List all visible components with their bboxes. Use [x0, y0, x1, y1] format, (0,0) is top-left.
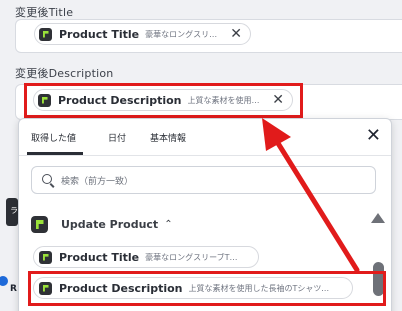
app-logo-icon — [39, 281, 52, 295]
chip-preview: 豪華なロングスリーブTシャツ — [145, 29, 222, 39]
app-logo-icon — [38, 93, 51, 107]
scroll-up-icon[interactable] — [371, 213, 385, 223]
tab-basic-info[interactable]: 基本情報 — [150, 131, 186, 144]
chip-title: Product Description — [58, 93, 182, 107]
close-icon[interactable]: ✕ — [366, 125, 381, 146]
search-icon — [42, 174, 52, 184]
tab-fetched-values[interactable]: 取得した値 — [31, 131, 76, 144]
list-item[interactable]: Product Description 上質な素材を使用した長袖のTシャツ。肌.… — [33, 277, 353, 299]
group-header[interactable]: Update Product ⌃ — [31, 216, 173, 233]
close-icon[interactable]: ✕ — [272, 93, 284, 107]
description-chip[interactable]: Product Description 上質な素材を使用した長袖のTシャツ ✕ — [33, 89, 293, 111]
tab-bar: 取得した値 日付 基本情報 ✕ — [19, 119, 391, 156]
search-input[interactable]: 検索（前方一致） — [31, 166, 376, 194]
value-picker-dropdown: 取得した値 日付 基本情報 ✕ 検索（前方一致） Update Product … — [18, 118, 392, 311]
list-item[interactable]: Product Title 豪華なロングスリーブTシャツ — [33, 246, 259, 268]
search-placeholder: 検索（前方一致） — [61, 177, 134, 187]
app-logo-icon — [39, 250, 52, 264]
group-title: Update Product — [61, 218, 159, 231]
tab-date[interactable]: 日付 — [108, 131, 126, 144]
list-item-preview: 豪華なロングスリーブTシャツ — [145, 252, 242, 262]
list-item-title: Product Title — [59, 250, 140, 264]
close-icon[interactable]: ✕ — [230, 27, 242, 41]
list-item-title: Product Description — [59, 281, 183, 295]
app-logo-icon — [31, 216, 48, 233]
chip-preview: 上質な素材を使用した長袖のTシャツ — [187, 95, 265, 105]
title-chip[interactable]: Product Title 豪華なロングスリーブTシャツ ✕ — [34, 23, 251, 45]
badge-icon — [0, 276, 8, 286]
chevron-up-icon[interactable]: ⌃ — [164, 219, 172, 230]
chip-title: Product Title — [59, 27, 140, 41]
list-item-preview: 上質な素材を使用した長袖のTシャツ。肌... — [188, 283, 336, 293]
title-field-label: 変更後Title — [15, 6, 74, 19]
description-field-label: 変更後Description — [15, 67, 114, 80]
active-tab-indicator — [27, 152, 83, 155]
scrollbar-thumb[interactable] — [373, 262, 384, 296]
side-panel-tab: ラ — [6, 198, 18, 226]
page: 変更後Title Product Title 豪華なロングスリーブTシャツ ✕ … — [0, 0, 402, 311]
side-label: R — [10, 284, 17, 294]
app-logo-icon — [39, 27, 52, 41]
